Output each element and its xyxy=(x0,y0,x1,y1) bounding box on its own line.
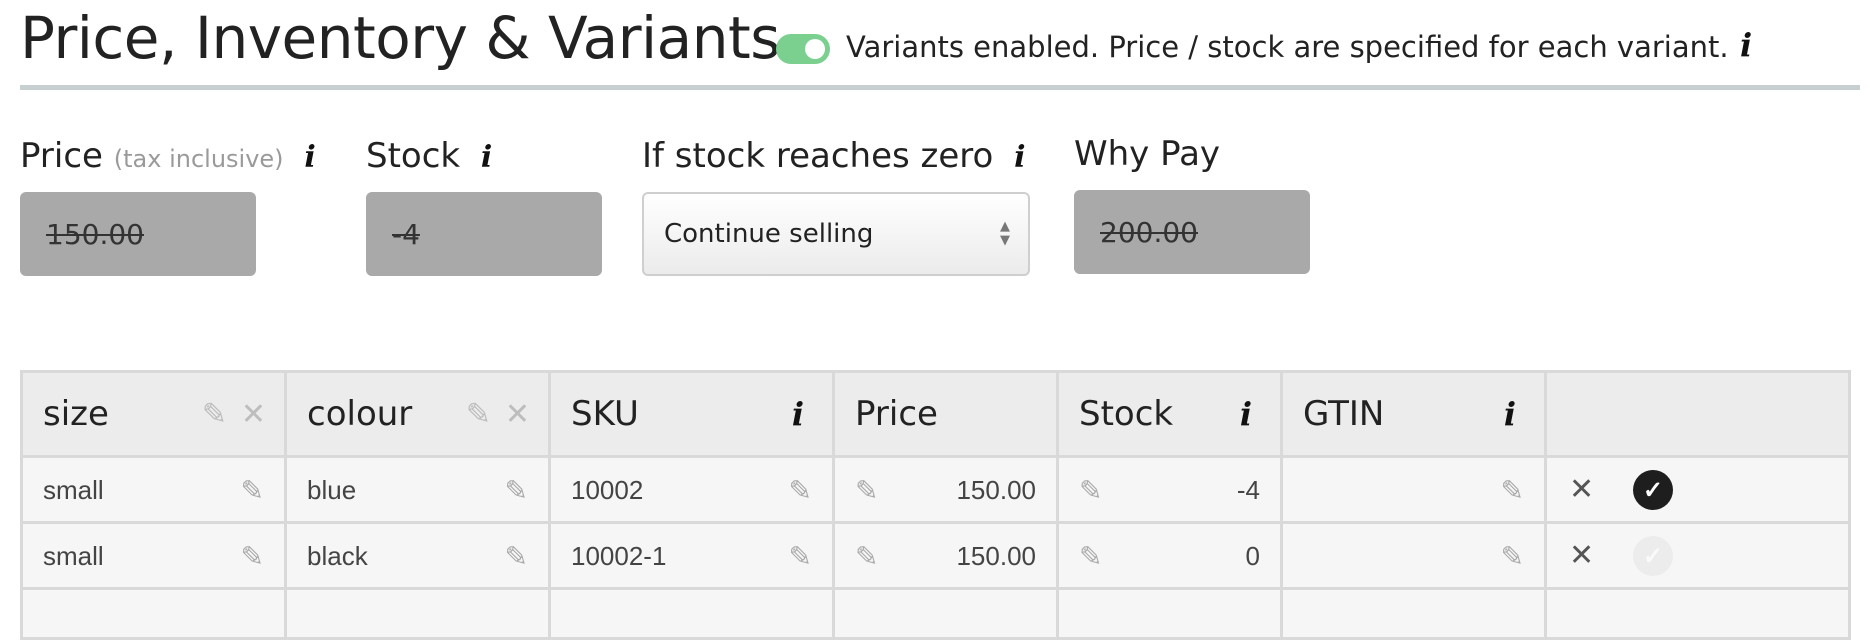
stock-label: Stock i xyxy=(366,136,492,176)
pencil-icon[interactable]: ✎ xyxy=(241,540,264,573)
pencil-icon[interactable]: ✎ xyxy=(789,474,812,507)
cell-colour[interactable]: black ✎ xyxy=(284,521,551,590)
cell-value: 10002-1 xyxy=(571,541,667,571)
cell-stock xyxy=(1056,587,1283,640)
cell-sku[interactable]: 10002 ✎ xyxy=(548,455,835,524)
column-header-label: colour xyxy=(307,394,413,434)
cell-value: small xyxy=(43,541,104,571)
cell-colour[interactable]: blue ✎ xyxy=(284,455,551,524)
column-header-stock: Stock i xyxy=(1056,370,1283,458)
column-header-label: SKU xyxy=(571,394,639,434)
cell-price[interactable]: ✎ 150.00 xyxy=(832,521,1059,590)
column-header-size: size ✎ ✕ xyxy=(20,370,287,458)
table-header-row: size ✎ ✕ colour ✎ ✕ SKU i Price Stock i GT… xyxy=(20,370,1851,458)
cell-value: 150.00 xyxy=(956,541,1036,571)
cell-value: 150.00 xyxy=(956,475,1036,505)
close-icon[interactable]: ✕ xyxy=(505,397,530,432)
close-icon[interactable]: ✕ xyxy=(1569,472,1594,507)
close-icon[interactable]: ✕ xyxy=(241,397,266,432)
cell-price xyxy=(832,587,1059,640)
cell-actions: ✕ ✓ xyxy=(1544,521,1851,590)
column-header-price: Price xyxy=(832,370,1059,458)
cell-value: 0 xyxy=(1245,541,1260,571)
variants-message: Variants enabled. Price / stock are spec… xyxy=(846,30,1729,64)
header-divider xyxy=(20,85,1860,90)
check-circle-icon[interactable]: ✓ xyxy=(1633,470,1673,510)
cell-stock[interactable]: ✎ -4 xyxy=(1056,455,1283,524)
column-header-label: size xyxy=(43,394,109,434)
cell-value: blue xyxy=(307,475,357,505)
cell-value: -4 xyxy=(1236,475,1260,505)
check-circle-icon[interactable]: ✓ xyxy=(1633,536,1673,576)
info-icon[interactable]: i xyxy=(1014,140,1025,175)
price-label: Price (tax inclusive) i xyxy=(20,136,316,176)
cell-colour xyxy=(284,587,551,640)
cell-size xyxy=(20,587,287,640)
info-icon[interactable]: i xyxy=(481,140,492,175)
cell-size[interactable]: small ✎ xyxy=(20,455,287,524)
pencil-icon[interactable]: ✎ xyxy=(505,540,528,573)
pencil-icon[interactable]: ✎ xyxy=(505,474,528,507)
pencil-icon[interactable]: ✎ xyxy=(855,474,878,507)
cell-actions: ✕ ✓ xyxy=(1544,455,1851,524)
pencil-icon[interactable]: ✎ xyxy=(202,397,227,432)
toggle-knob xyxy=(805,39,825,59)
column-header-colour: colour ✎ ✕ xyxy=(284,370,551,458)
variants-table: size ✎ ✕ colour ✎ ✕ SKU i Price Stock i GT… xyxy=(20,370,1851,640)
pencil-icon[interactable]: ✎ xyxy=(789,540,812,573)
cell-gtin[interactable]: ✎ xyxy=(1280,521,1547,590)
why-pay-input: 200.00 xyxy=(1074,190,1310,274)
pencil-icon[interactable]: ✎ xyxy=(855,540,878,573)
stock-input: -4 xyxy=(366,192,602,276)
price-label-text: Price xyxy=(20,136,103,176)
column-header-label: Price xyxy=(855,394,938,434)
cell-gtin[interactable]: ✎ xyxy=(1280,455,1547,524)
table-row xyxy=(20,587,1851,640)
variants-toggle[interactable] xyxy=(776,34,830,64)
stock-zero-label: If stock reaches zero i xyxy=(642,136,1026,176)
pencil-icon[interactable]: ✎ xyxy=(1079,540,1102,573)
cell-price[interactable]: ✎ 150.00 xyxy=(832,455,1059,524)
info-icon[interactable]: i xyxy=(304,140,315,175)
cell-gtin xyxy=(1280,587,1547,640)
info-icon[interactable]: i xyxy=(1740,26,1752,64)
price-sublabel: (tax inclusive) xyxy=(113,145,284,173)
close-icon[interactable]: ✕ xyxy=(1569,538,1594,573)
stock-zero-label-text: If stock reaches zero xyxy=(642,136,994,176)
cell-actions xyxy=(1544,587,1851,640)
stock-zero-selected: Continue selling xyxy=(664,219,874,249)
pencil-icon[interactable]: ✎ xyxy=(1079,474,1102,507)
info-icon[interactable]: i xyxy=(792,395,804,433)
cell-value: 10002 xyxy=(571,475,644,505)
info-icon[interactable]: i xyxy=(1504,395,1516,433)
select-arrows-icon: ▲ ▼ xyxy=(1000,219,1010,248)
page-title: Price, Inventory & Variants xyxy=(20,4,780,72)
cell-stock[interactable]: ✎ 0 xyxy=(1056,521,1283,590)
cell-sku[interactable]: 10002-1 ✎ xyxy=(548,521,835,590)
cell-value: small xyxy=(43,475,104,505)
stock-label-text: Stock xyxy=(366,136,461,176)
cell-sku xyxy=(548,587,835,640)
table-row: small ✎ blue ✎ 10002 ✎ ✎ 150.00 ✎ -4 ✎ ✕ ✓ xyxy=(20,455,1851,524)
cell-value: black xyxy=(307,541,368,571)
why-pay-label: Why Pay xyxy=(1074,134,1221,174)
table-row: small ✎ black ✎ 10002-1 ✎ ✎ 150.00 ✎ 0 ✎ ✕ ✓ xyxy=(20,521,1851,590)
column-header-label: GTIN xyxy=(1303,394,1385,434)
stock-zero-select[interactable]: Continue selling ▲ ▼ xyxy=(642,192,1030,276)
pencil-icon[interactable]: ✎ xyxy=(1501,540,1524,573)
price-input: 150.00 xyxy=(20,192,256,276)
column-header-sku: SKU i xyxy=(548,370,835,458)
pencil-icon[interactable]: ✎ xyxy=(466,397,491,432)
column-header-actions xyxy=(1544,370,1851,458)
pencil-icon[interactable]: ✎ xyxy=(1501,474,1524,507)
pencil-icon[interactable]: ✎ xyxy=(241,474,264,507)
cell-size[interactable]: small ✎ xyxy=(20,521,287,590)
column-header-gtin: GTIN i xyxy=(1280,370,1547,458)
info-icon[interactable]: i xyxy=(1240,395,1252,433)
column-header-label: Stock xyxy=(1079,394,1174,434)
